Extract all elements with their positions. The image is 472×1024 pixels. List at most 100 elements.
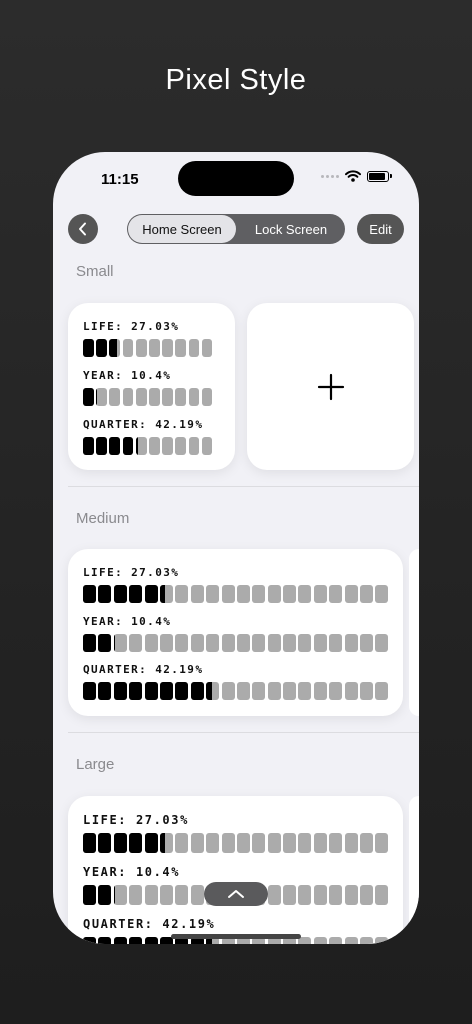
progress-cell <box>360 833 374 853</box>
progress-cell <box>236 585 250 603</box>
progress-cell <box>148 388 160 406</box>
next-widget-peek <box>409 549 419 716</box>
progress-cell <box>344 937 358 944</box>
progress-cell <box>201 339 213 357</box>
progress-cell <box>96 339 107 357</box>
progress-cell <box>109 388 121 406</box>
progress-cell <box>201 437 213 455</box>
progress-cell <box>122 388 134 406</box>
progress-cell <box>113 682 127 700</box>
metric-label: LIFE: 27.03% <box>83 566 180 579</box>
progress-cell <box>148 437 160 455</box>
progress-cell <box>252 682 266 700</box>
metric-row-quarter: QUARTER: 42.19% <box>83 663 389 700</box>
progress-cell-fill <box>98 937 112 944</box>
metric-label: QUARTER: 42.19% <box>83 663 204 676</box>
metric-label: YEAR: 10.4% <box>83 615 172 628</box>
progress-cell <box>221 833 235 853</box>
progress-cell-fill <box>113 585 127 603</box>
progress-cell <box>206 833 220 853</box>
progress-cell <box>144 585 158 603</box>
progress-cell <box>329 682 343 700</box>
progress-cell <box>329 585 343 603</box>
metric-row-quarter: QUARTER: 42.19% <box>83 918 389 944</box>
progress-cell-fill <box>129 833 143 853</box>
progress-cell <box>159 885 173 905</box>
progress-cell-fill <box>144 937 158 944</box>
progress-bar <box>83 634 389 652</box>
metric-row-life: LIFE: 27.03% <box>83 813 389 853</box>
progress-cell <box>329 937 343 944</box>
expand-button[interactable] <box>204 882 268 906</box>
progress-cell-fill <box>159 585 166 603</box>
metric-label: QUARTER: 42.19% <box>83 418 204 431</box>
progress-cell <box>96 388 107 406</box>
progress-cell <box>221 585 235 603</box>
progress-cell <box>175 682 189 700</box>
screen-segmented-control: Home Screen Lock Screen <box>127 214 345 244</box>
progress-cell-fill <box>159 833 166 853</box>
nav-bar: Home Screen Lock Screen Edit <box>53 214 419 244</box>
small-widget[interactable]: LIFE: 27.03% YEAR: 10.4% QUARTER: 42.19% <box>68 303 235 470</box>
progress-cell <box>206 634 220 652</box>
back-button[interactable] <box>68 214 98 244</box>
progress-cell-fill <box>113 885 115 905</box>
progress-cell-fill <box>190 682 204 700</box>
progress-cell-fill <box>83 634 96 652</box>
progress-cell <box>175 634 189 652</box>
progress-cell <box>375 585 389 603</box>
progress-cell <box>98 885 112 905</box>
progress-cell <box>313 885 327 905</box>
progress-cell <box>83 682 96 700</box>
home-indicator[interactable] <box>171 934 301 939</box>
progress-cell <box>267 682 281 700</box>
progress-cell <box>162 388 173 406</box>
progress-cell <box>236 682 250 700</box>
progress-cell <box>283 585 297 603</box>
page-headline: Pixel Style <box>165 64 307 96</box>
progress-cell <box>129 885 143 905</box>
add-widget-button[interactable] <box>247 303 414 470</box>
progress-cell <box>175 437 187 455</box>
progress-cell <box>96 437 107 455</box>
progress-cell <box>83 585 96 603</box>
progress-cell-fill <box>83 885 96 905</box>
metric-row-year: YEAR: 10.4% <box>83 615 389 652</box>
progress-cell-fill <box>113 634 115 652</box>
progress-cell <box>375 682 389 700</box>
progress-cell-fill <box>83 339 94 357</box>
tab-home-screen[interactable]: Home Screen <box>128 215 236 243</box>
progress-bar <box>83 833 389 853</box>
phone-screen: 11:15 Home Screen Lock Screen Edit Small… <box>53 152 419 944</box>
progress-cell <box>298 585 312 603</box>
progress-cell <box>162 437 173 455</box>
progress-cell <box>252 833 266 853</box>
progress-cell <box>298 833 312 853</box>
large-widget[interactable]: LIFE: 27.03% YEAR: 10.4% QUARTER: 42.19% <box>68 796 403 944</box>
metric-label: LIFE: 27.03% <box>83 813 189 827</box>
progress-cell <box>221 634 235 652</box>
progress-cell <box>98 833 112 853</box>
progress-cell <box>109 437 121 455</box>
progress-cell <box>113 885 127 905</box>
progress-cell <box>313 634 327 652</box>
progress-cell <box>190 585 204 603</box>
edit-button[interactable]: Edit <box>357 214 404 244</box>
progress-cell <box>144 682 158 700</box>
progress-cell <box>83 937 96 944</box>
progress-cell <box>344 682 358 700</box>
progress-cell <box>109 339 121 357</box>
progress-cell <box>113 634 127 652</box>
medium-widget[interactable]: LIFE: 27.03% YEAR: 10.4% QUARTER: 42.19% <box>68 549 403 716</box>
progress-cell-fill <box>135 437 139 455</box>
progress-cell <box>283 885 297 905</box>
progress-cell <box>190 833 204 853</box>
progress-cell <box>129 634 143 652</box>
status-time: 11:15 <box>101 171 139 188</box>
progress-cell-fill <box>122 437 134 455</box>
progress-cell-fill <box>109 437 121 455</box>
progress-cell <box>98 937 112 944</box>
tab-lock-screen[interactable]: Lock Screen <box>237 214 345 244</box>
progress-cell <box>267 885 281 905</box>
progress-cell <box>83 634 96 652</box>
